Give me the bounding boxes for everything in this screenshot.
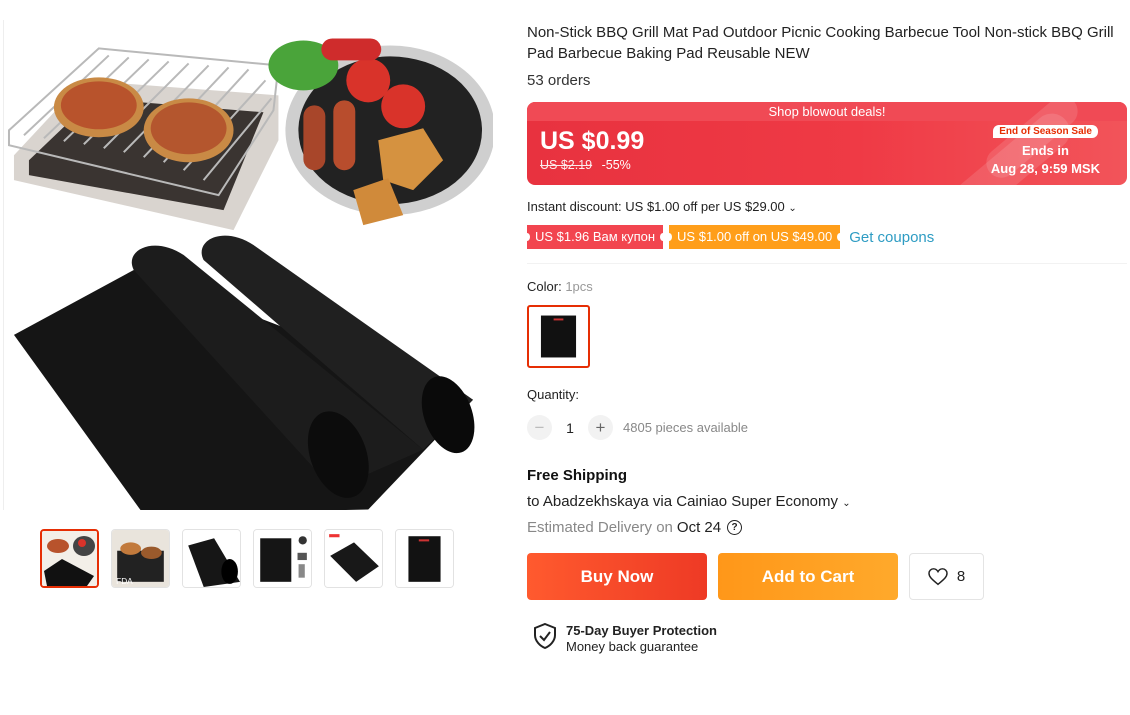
buyer-protection-text: 75-Day Buyer Protection Money back guara… xyxy=(566,623,717,654)
countdown: Ends in Aug 28, 9:59 MSK xyxy=(991,142,1100,178)
thumbnail-3[interactable] xyxy=(182,529,241,588)
order-count: 53 orders xyxy=(527,72,591,89)
color-label: Color: xyxy=(527,279,562,294)
shipping-title: Free Shipping xyxy=(527,467,628,484)
instant-discount-text: Instant discount: US $1.00 off per US $2… xyxy=(527,199,785,214)
product-info: Non-Stick BBQ Grill Mat Pad Outdoor Picn… xyxy=(523,22,1127,654)
add-to-cart-button[interactable]: Add to Cart xyxy=(718,553,898,600)
estimated-delivery: Estimated Delivery on Oct 24 ? xyxy=(527,519,1127,536)
buy-now-button[interactable]: Buy Now xyxy=(527,553,707,600)
wishlist-button[interactable]: 8 xyxy=(909,553,984,600)
chevron-down-icon: ⌄ xyxy=(842,498,851,509)
thumbnail-strip: FDA xyxy=(40,529,454,588)
deal-banner: Shop blowout deals! US $0.99 US $2.19 -5… xyxy=(527,102,1127,185)
original-price: US $2.19 xyxy=(540,158,593,172)
sale-tag: End of Season Sale xyxy=(993,125,1098,138)
estimate-date: Oct 24 xyxy=(676,519,722,536)
current-price: US $0.99 xyxy=(540,127,645,155)
thumbnail-4[interactable] xyxy=(253,529,312,588)
thumbnail-1[interactable] xyxy=(40,529,99,588)
color-selector-label: Color: 1pcs xyxy=(527,279,1127,294)
protection-title: 75-Day Buyer Protection xyxy=(566,623,717,638)
chevron-down-icon: ⌄ xyxy=(788,203,797,214)
heart-icon xyxy=(928,567,948,585)
thumbnail-2[interactable]: FDA xyxy=(111,529,170,588)
quantity-value[interactable]: 1 xyxy=(552,420,588,436)
product-title: Non-Stick BBQ Grill Mat Pad Outdoor Picn… xyxy=(527,24,1114,62)
divider xyxy=(527,263,1127,264)
coupon-row: US $1.96 Вам купон US $1.00 off on US $4… xyxy=(523,225,1127,249)
mat-swatch-icon xyxy=(540,315,577,358)
get-coupons-link[interactable]: Get coupons xyxy=(849,229,934,246)
main-product-image[interactable] xyxy=(3,20,493,510)
quantity-decrease-button[interactable]: − xyxy=(527,415,552,440)
estimate-label: Estimated Delivery on xyxy=(527,519,673,536)
thumbnail-5[interactable] xyxy=(324,529,383,588)
coupon-badge[interactable]: US $1.96 Вам купон xyxy=(523,225,667,249)
help-icon[interactable]: ? xyxy=(727,520,743,535)
coupon-badge[interactable]: US $1.00 off on US $49.00 xyxy=(666,225,844,249)
protection-subtitle: Money back guarantee xyxy=(566,639,699,654)
instant-discount[interactable]: Instant discount: US $1.00 off per US $2… xyxy=(527,199,1127,214)
buyer-protection: 75-Day Buyer Protection Money back guara… xyxy=(533,623,1127,654)
color-value: 1pcs xyxy=(565,279,593,294)
shield-check-icon xyxy=(534,623,556,649)
price-discount-row: US $2.19 -55% xyxy=(540,158,631,172)
stock-available: 4805 pieces available xyxy=(623,420,749,435)
action-buttons: Buy Now Add to Cart 8 xyxy=(527,553,1127,600)
countdown-time: Aug 28, 9:59 MSK xyxy=(990,161,1100,176)
thumbnail-6[interactable] xyxy=(395,529,454,588)
thumbnail-2-badge: FDA xyxy=(116,576,133,586)
shipping-via-text: to Abadzekhskaya via Cainiao Super Econo… xyxy=(527,493,839,510)
quantity-stepper: − 1 + 4805 pieces available xyxy=(527,415,1127,440)
wishlist-count: 8 xyxy=(956,568,966,585)
discount-percent: -55% xyxy=(601,158,631,172)
countdown-label: Ends in xyxy=(1021,143,1069,158)
quantity-increase-button[interactable]: + xyxy=(588,415,613,440)
shipping-destination[interactable]: to Abadzekhskaya via Cainiao Super Econo… xyxy=(527,493,1127,510)
grill-mat-photo xyxy=(7,38,493,510)
quantity-label: Quantity: xyxy=(527,387,580,402)
color-swatch-1pcs[interactable] xyxy=(527,305,590,368)
